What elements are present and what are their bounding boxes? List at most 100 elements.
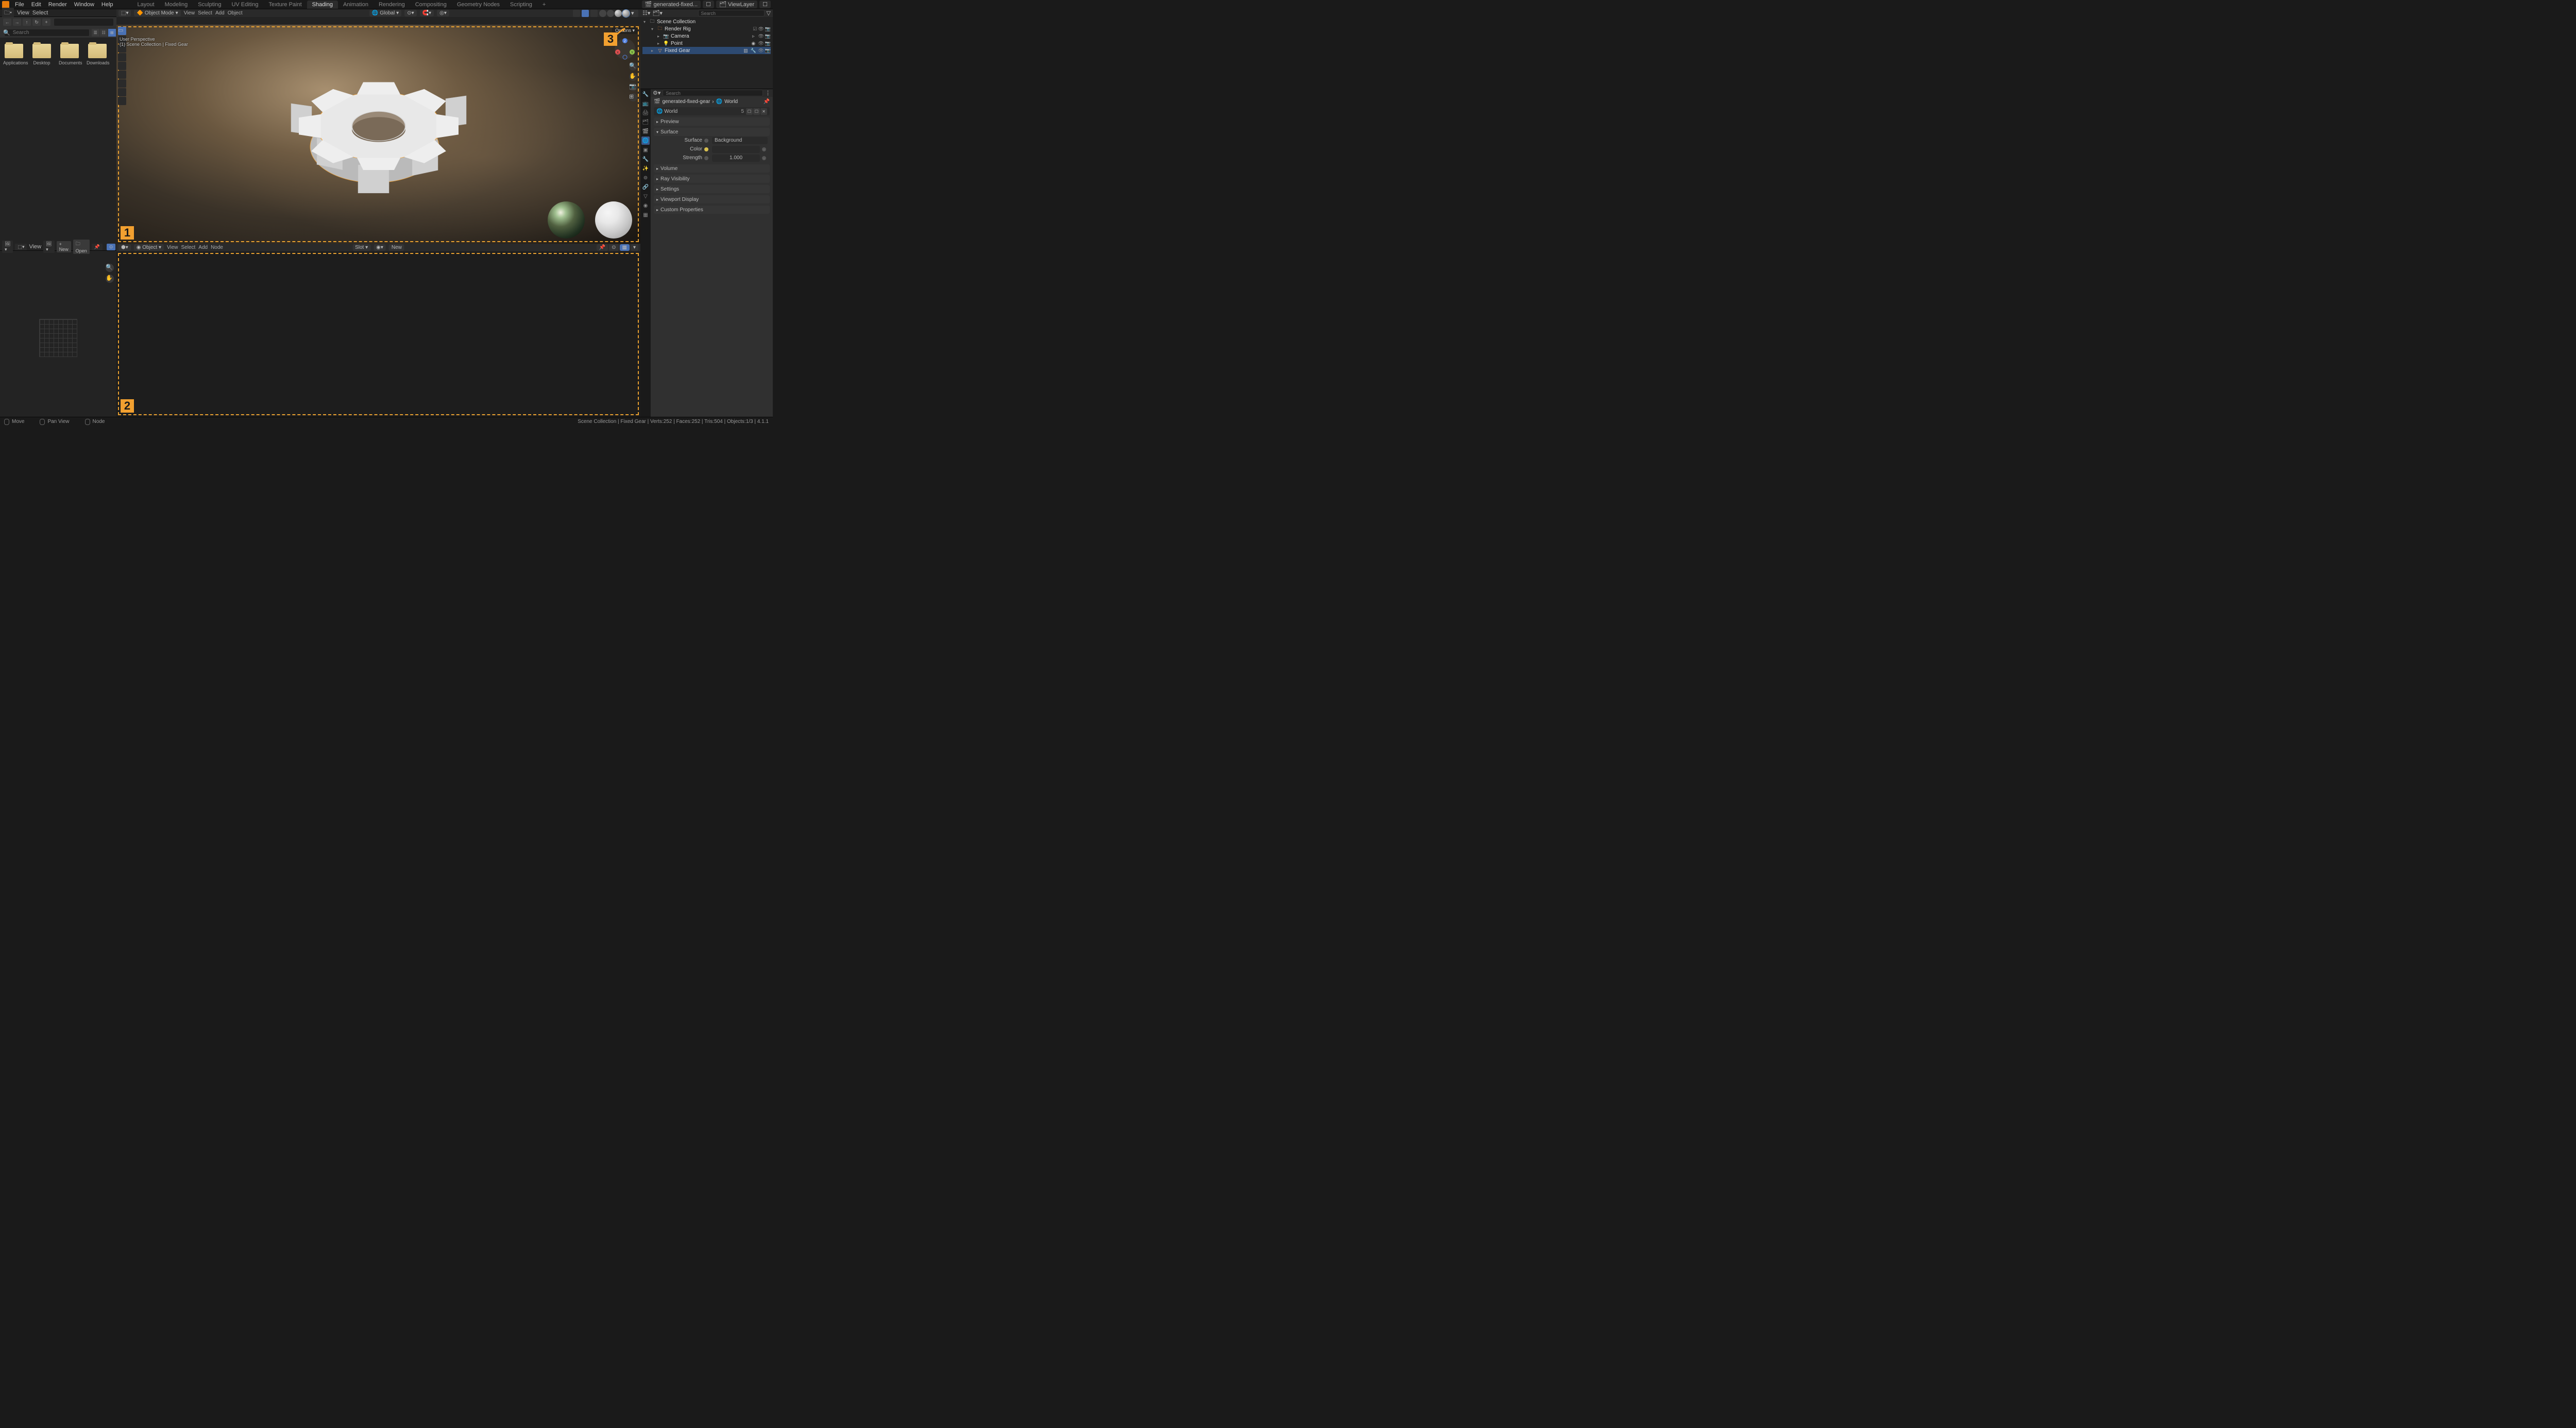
image-pin-icon[interactable]: 📌 (92, 244, 103, 250)
hide-viewport-icon[interactable]: 👁 (758, 26, 764, 32)
surface-node-socket-icon[interactable] (704, 139, 708, 143)
xray-toggle-icon[interactable] (590, 10, 598, 17)
node-pin-icon[interactable]: 📌 (597, 244, 608, 251)
node-menu-view[interactable]: View (167, 245, 178, 250)
workspace-tab-uv[interactable]: UV Editing (226, 1, 263, 9)
viewport-menu-add[interactable]: Add (215, 10, 225, 16)
filebrowser-path-input[interactable] (54, 19, 113, 26)
transform-orientation[interactable]: 🌐 Global ▾ (369, 10, 401, 16)
menu-window[interactable]: Window (71, 1, 98, 9)
nav-forward-button[interactable]: → (13, 19, 21, 26)
nav-back-button[interactable]: ← (3, 19, 11, 26)
node-menu-add[interactable]: Add (198, 245, 208, 250)
menu-help[interactable]: Help (98, 1, 117, 9)
disable-render-icon[interactable]: 📷 (765, 41, 771, 46)
panel-custom-properties[interactable]: ▸Custom Properties (654, 206, 770, 214)
disable-render-icon[interactable]: 📷 (765, 48, 771, 54)
world-datablock-selector[interactable]: 🌐 World 5 ☐ ☐ ✕ (654, 107, 770, 115)
folder-desktop[interactable]: Desktop (31, 44, 53, 65)
viewport-menu-select[interactable]: Select (198, 10, 212, 16)
node-menu-node[interactable]: Node (211, 245, 223, 250)
workspace-tab-add[interactable]: + (537, 1, 551, 9)
color-node-socket-icon[interactable] (704, 147, 708, 151)
node-editor-type[interactable]: ⬢▾ (118, 244, 131, 251)
image-zoom-icon[interactable]: 🔍 (106, 264, 114, 272)
workspace-tab-geonodes[interactable]: Geometry Nodes (452, 1, 505, 9)
menu-file[interactable]: File (11, 1, 28, 9)
nav-up-button[interactable]: ↑ (23, 19, 31, 26)
prop-tab-particles-icon[interactable]: ✨ (641, 164, 650, 173)
scene-selector[interactable]: 🎬 generated-fixed... (642, 1, 701, 8)
viewport-perspective-icon[interactable]: ⊞ (629, 93, 637, 101)
prop-tab-scene-icon[interactable]: 🎬 (641, 127, 650, 135)
outliner-row-fixed-gear[interactable]: ▸ ▽ Fixed Gear ▥ 🔧 👁📷 (642, 47, 771, 54)
prop-tab-physics-icon[interactable]: ⊚ (641, 174, 650, 182)
workspace-tab-sculpting[interactable]: Sculpting (193, 1, 226, 9)
outliner-row-scene-collection[interactable]: ▾🗀 Scene Collection (642, 18, 771, 25)
shader-node-editor[interactable]: ⬢▾ ◉ Object ▾ View Select Add Node Slot … (116, 244, 640, 417)
hide-viewport-icon[interactable]: 👁 (758, 41, 764, 46)
pivot-point[interactable]: ⊙▾ (404, 10, 416, 16)
strength-value-field[interactable]: 1.000 (712, 155, 760, 162)
strength-link-icon[interactable]: • (762, 156, 766, 160)
outliner-editor-type[interactable]: ☷▾ (642, 10, 650, 16)
shading-options-dropdown-icon[interactable]: ▾ (631, 10, 638, 17)
image-pan-icon[interactable]: ✋ (106, 275, 114, 283)
viewport-menu-view[interactable]: View (184, 10, 195, 16)
node-overlay-icon[interactable]: ⊙ (609, 244, 618, 251)
prop-tab-output-icon[interactable]: 🖨 (641, 109, 650, 117)
tool-transform-icon[interactable] (118, 71, 126, 79)
viewport-pan-icon[interactable]: ✋ (629, 73, 637, 81)
shading-material-icon[interactable] (615, 10, 622, 17)
tool-annotate-icon[interactable] (118, 79, 126, 88)
panel-ray-visibility[interactable]: ▸Ray Visibility (654, 175, 770, 183)
viewport-menu-object[interactable]: Object (228, 10, 243, 16)
material-slot-selector[interactable]: Slot ▾ (352, 244, 370, 251)
node-use-nodes-icon[interactable]: ▦ (620, 244, 630, 251)
panel-viewport-display[interactable]: ▸Viewport Display (654, 195, 770, 203)
node-menu-select[interactable]: Select (181, 245, 195, 250)
prop-tab-world-icon[interactable]: 🌐 (641, 137, 650, 145)
display-thumbnails-icon[interactable]: ⊞ (108, 29, 116, 37)
display-horizontal-list-icon[interactable]: ☷ (100, 29, 108, 37)
world-new-button[interactable]: ☐ (746, 108, 753, 115)
panel-surface[interactable]: ▾Surface (654, 128, 770, 136)
outliner-display-mode[interactable]: 🗂▾ (652, 10, 663, 16)
outliner-row-camera[interactable]: ▸ 📷 Camera ▹ 👁📷 (642, 32, 771, 40)
outliner-row-point[interactable]: ▸ 💡 Point ◉ 👁📷 (642, 40, 771, 47)
image-overlay-icon[interactable]: ⊙ (107, 244, 116, 250)
properties-options-icon[interactable]: ⋮ (765, 90, 771, 96)
color-value-field[interactable] (712, 146, 760, 153)
filebrowser-menu-select[interactable]: Select (32, 10, 48, 16)
panel-volume[interactable]: ▸Volume (654, 164, 770, 173)
workspace-tab-scripting[interactable]: Scripting (505, 1, 537, 9)
filebrowser-menu-view[interactable]: View (17, 10, 29, 16)
workspace-tab-animation[interactable]: Animation (338, 1, 374, 9)
world-copy-button[interactable]: ☐ (753, 108, 760, 115)
image-editor-menu-view[interactable]: View (29, 244, 41, 250)
workspace-tab-modeling[interactable]: Modeling (160, 1, 193, 9)
workspace-tab-rendering[interactable]: Rendering (374, 1, 410, 9)
surface-shader-dropdown[interactable]: Background (712, 137, 768, 144)
snapping-toggle[interactable]: 🧲▾ (420, 10, 434, 16)
workspace-tab-compositing[interactable]: Compositing (410, 1, 452, 9)
material-new-button[interactable]: New (389, 244, 404, 251)
workspace-tab-texture[interactable]: Texture Paint (263, 1, 307, 9)
viewport-camera-icon[interactable]: 📷 (629, 83, 637, 91)
3d-viewport[interactable]: ▭ Options ▾ User Perspective (1) Scene C… (116, 17, 640, 244)
viewport-zoom-icon[interactable]: 🔍 (629, 62, 637, 71)
folder-downloads[interactable]: Downloads (87, 44, 108, 65)
panel-preview[interactable]: ▸Preview (654, 117, 770, 126)
image-editor-canvas[interactable]: 🔍 ✋ (0, 251, 116, 417)
prop-tab-material-icon[interactable]: ◉ (641, 201, 650, 210)
properties-search-input[interactable] (663, 90, 763, 96)
interaction-mode-dropdown[interactable]: 🔶 Object Mode ▾ (134, 10, 180, 16)
prop-tab-data-icon[interactable]: ▽ (641, 192, 650, 200)
world-unlink-button[interactable]: ✕ (760, 108, 767, 115)
prop-tab-object-icon[interactable]: ▣ (641, 146, 650, 154)
tool-measure-icon[interactable] (118, 88, 126, 96)
panel-settings[interactable]: ▸Settings (654, 185, 770, 193)
hide-viewport-icon[interactable]: 👁 (758, 33, 764, 39)
proportional-editing[interactable]: ◎▾ (437, 10, 449, 16)
disable-render-icon[interactable]: 📷 (765, 26, 771, 32)
